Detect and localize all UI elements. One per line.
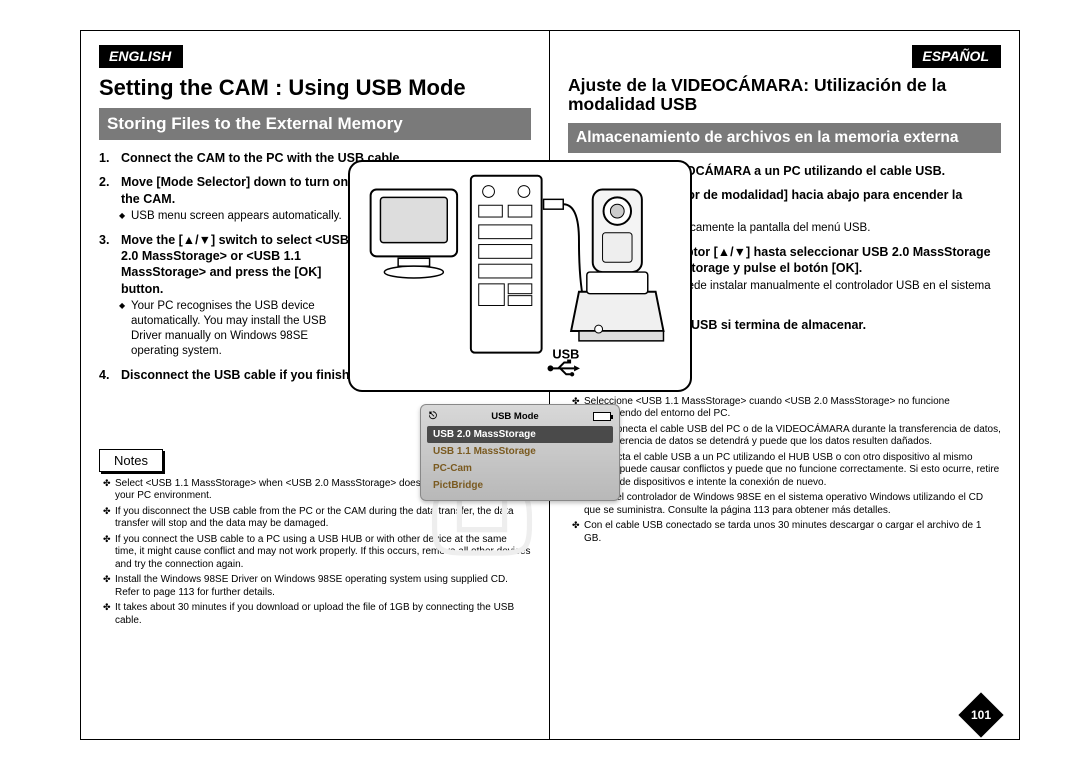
menu-title: USB Mode <box>491 411 539 422</box>
note-item: It takes about 30 minutes if you downloa… <box>103 602 531 627</box>
language-badge-spanish: ESPAÑOL <box>912 45 1001 68</box>
usb-label-text: USB <box>552 347 579 362</box>
usb-mode-menu: ⎋ USB Mode USB 2.0 MassStorage USB 1.1 M… <box>420 404 620 501</box>
note-item: Si desconecta el cable USB del PC o de l… <box>572 424 1001 449</box>
menu-item: PC-Cam <box>427 460 613 477</box>
language-badge-english: ENGLISH <box>99 45 183 68</box>
menu-item: PictBridge <box>427 477 613 494</box>
battery-icon <box>593 412 611 421</box>
title-spanish: Ajuste de la VIDEOCÁMARA: Utilización de… <box>568 76 1001 115</box>
step-sub: Your PC recognises the USB device automa… <box>121 299 359 359</box>
subtitle-english: Storing Files to the External Memory <box>99 108 531 140</box>
menu-item-selected: USB 2.0 MassStorage <box>427 426 613 443</box>
usb-trident-icon: ⎋ <box>429 411 437 422</box>
menu-item: USB 1.1 MassStorage <box>427 443 613 460</box>
title-english: Setting the CAM : Using USB Mode <box>99 76 531 100</box>
note-item: Instale el controlador de Windows 98SE e… <box>572 492 1001 517</box>
note-item: Con el cable USB conectado se tarda unos… <box>572 520 1001 545</box>
step-title: Move the [▲/▼] switch to select <USB 2.0… <box>121 233 349 296</box>
note-item: Seleccione <USB 1.1 MassStorage> cuando … <box>572 396 1001 421</box>
notes-spanish: Seleccione <USB 1.1 MassStorage> cuando … <box>568 396 1001 546</box>
page-number-badge: 101 <box>958 692 1003 737</box>
notes-label-english: Notes <box>99 449 163 472</box>
step-title: Move [Mode Selector] down to turn on the… <box>121 175 348 205</box>
step-sub: USB menu screen appears automatically. <box>121 209 359 224</box>
subtitle-spanish: Almacenamiento de archivos en la memoria… <box>568 123 1001 153</box>
note-item: Si conecta el cable USB a un PC utilizan… <box>572 452 1001 490</box>
connection-diagram: USB <box>348 160 692 392</box>
